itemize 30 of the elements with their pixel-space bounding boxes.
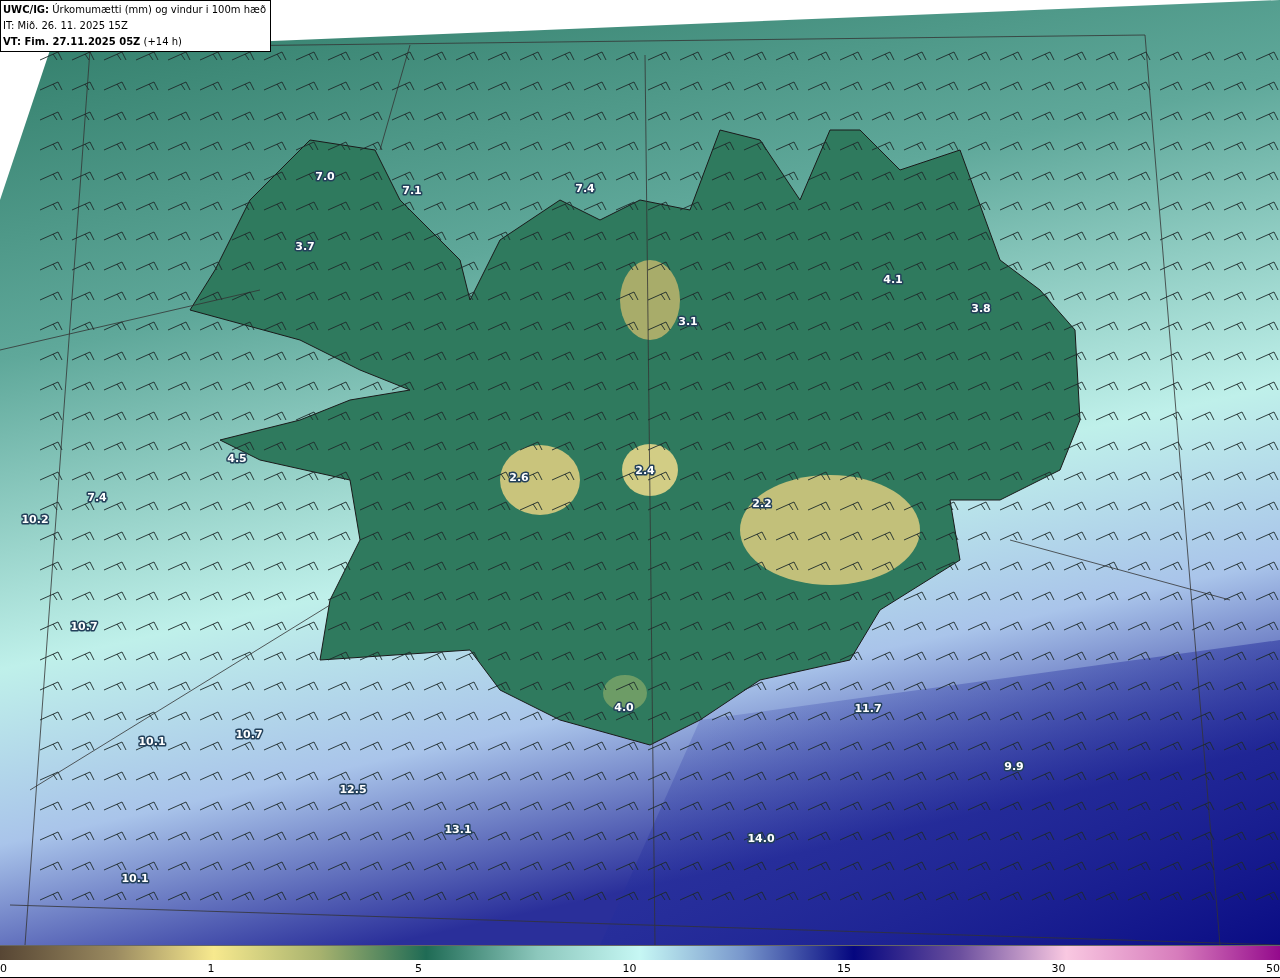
- precipitation-value: 3.7: [295, 240, 315, 253]
- precipitation-value: 13.1: [444, 823, 472, 836]
- colorbar-tick-label: 10: [622, 961, 637, 977]
- issue-time: IT: Mið. 26. 11. 2025 15Z: [3, 19, 129, 33]
- precipitation-value: 4.0: [614, 701, 634, 714]
- precipitation-value: 10.1: [121, 872, 149, 885]
- precipitation-value: 10.7: [235, 728, 263, 741]
- colorbar-tick-label: 5: [415, 961, 422, 977]
- precipitation-value: 7.0: [315, 170, 335, 183]
- precipitation-value: 11.7: [854, 702, 882, 715]
- colorbar-tick-label: 50: [1266, 961, 1280, 977]
- valid-time: VT: Fim. 27.11.2025 05Z (+14 h): [3, 35, 183, 49]
- precipitation-value: 10.1: [138, 735, 166, 748]
- precipitation-value: 7.4: [575, 182, 595, 195]
- precipitation-value: 3.8: [971, 302, 991, 315]
- precipitation-value: 7.1: [402, 184, 422, 197]
- precipitation-value: 7.4: [87, 491, 107, 504]
- colorbar-tick-label: 1: [207, 961, 215, 977]
- precipitation-value: 12.5: [339, 783, 367, 796]
- precipitation-value: 3.1: [678, 315, 698, 328]
- precipitation-value: 10.2: [21, 513, 49, 526]
- precipitation-value: 2.6: [509, 471, 529, 484]
- precipitation-value: 4.1: [883, 273, 903, 286]
- precipitation-value: 4.5: [227, 452, 247, 465]
- colorbar-tick-label: 30: [1051, 961, 1066, 977]
- precipitation-value: 9.9: [1004, 760, 1024, 773]
- colorbar-tick-label: 0: [0, 961, 7, 977]
- precipitation-value: 14.0: [747, 832, 775, 845]
- colorbar-tick-label: 15: [837, 961, 851, 977]
- map-title: UWC/IG: Úrkomumætti (mm) og vindur i 100m hæð: [3, 2, 267, 17]
